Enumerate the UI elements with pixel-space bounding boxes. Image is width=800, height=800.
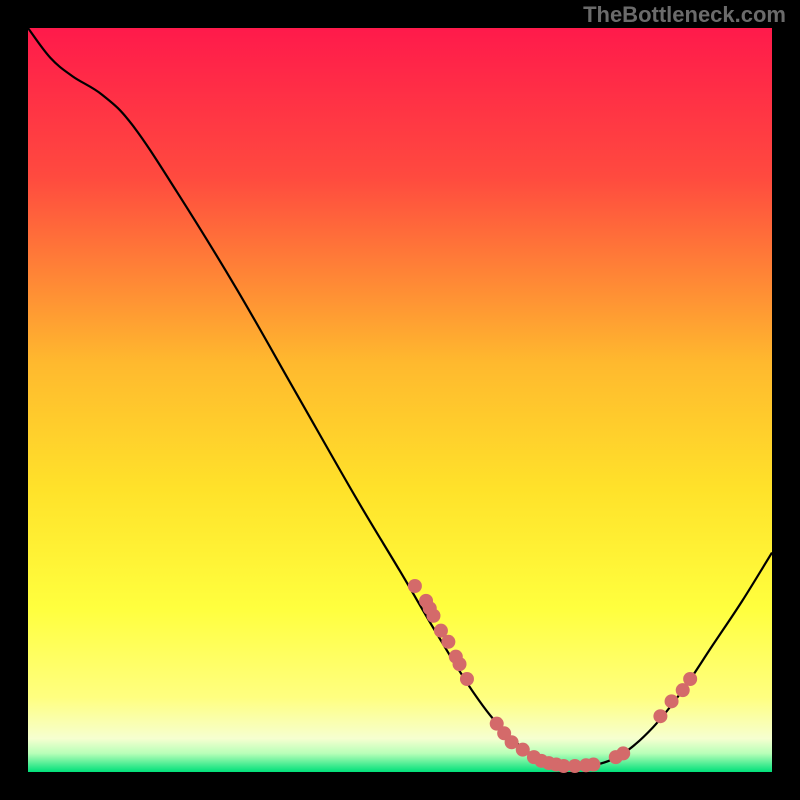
chart-container: TheBottleneck.com <box>0 0 800 800</box>
data-point <box>616 746 630 760</box>
data-point <box>683 672 697 686</box>
data-point <box>453 657 467 671</box>
bottleneck-curve-chart <box>0 0 800 800</box>
data-point <box>441 635 455 649</box>
data-point <box>586 758 600 772</box>
watermark-text: TheBottleneck.com <box>583 2 786 28</box>
data-point <box>460 672 474 686</box>
data-point <box>408 579 422 593</box>
data-point <box>426 609 440 623</box>
data-point <box>665 694 679 708</box>
data-point <box>653 709 667 723</box>
plot-background <box>28 28 772 772</box>
